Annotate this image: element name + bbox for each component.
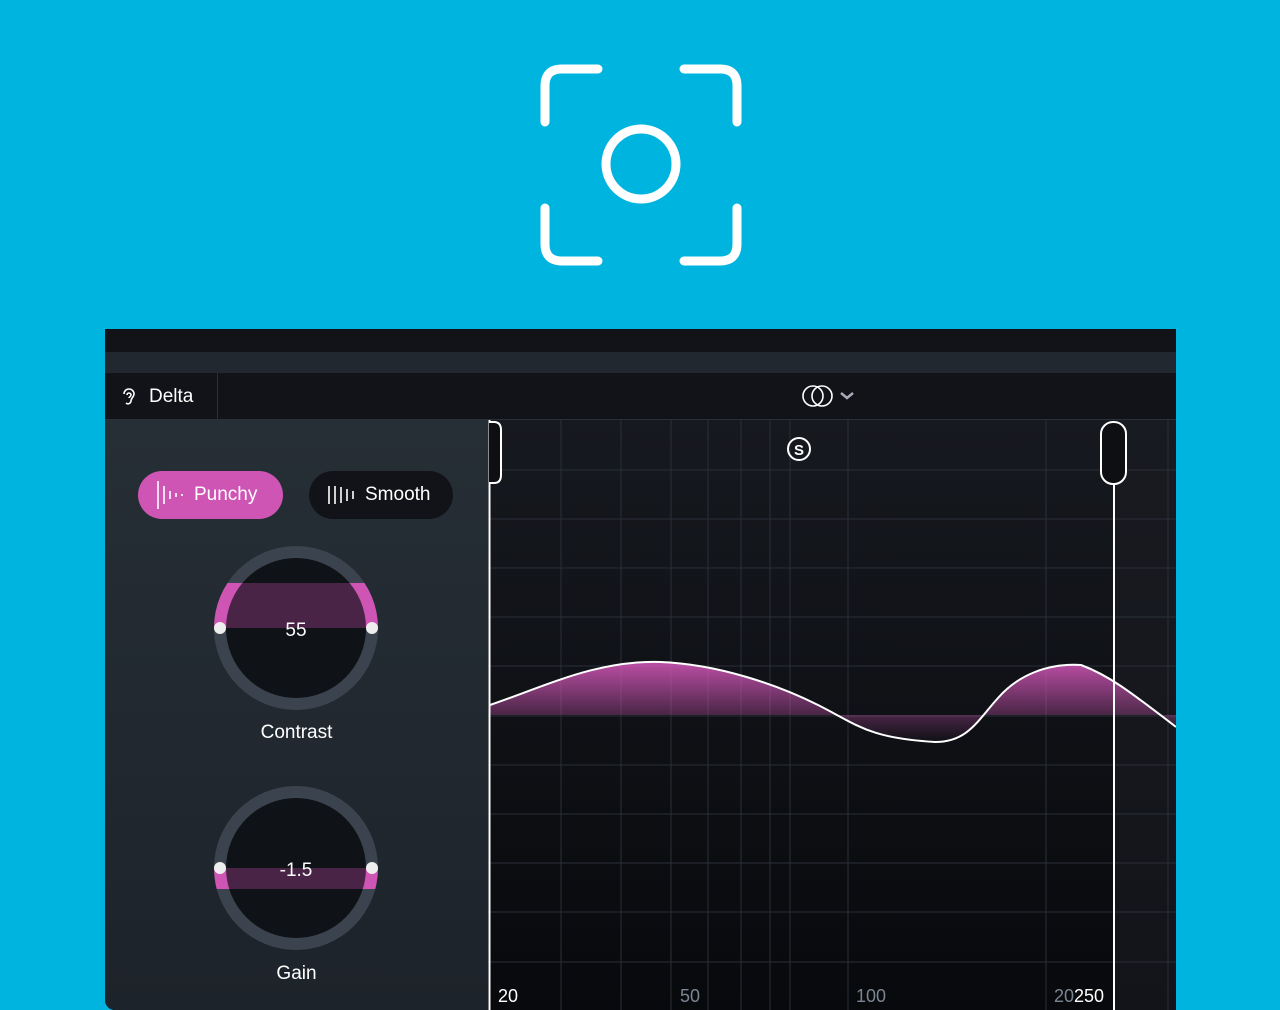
ear-icon: [123, 387, 135, 405]
screenshot-camera-icon: [540, 64, 742, 266]
mode-label: Punchy: [194, 484, 258, 505]
frequency-graph[interactable]: S: [488, 420, 1176, 1010]
header: Delta: [105, 373, 1176, 420]
contrast-label: Contrast: [260, 722, 333, 743]
toolbar: [105, 352, 1176, 373]
freq-label-200: 20: [1054, 986, 1075, 1006]
mode-punchy-button[interactable]: Punchy: [138, 471, 283, 519]
svg-text:S: S: [794, 442, 804, 459]
controls-panel: Punchy Smooth 55 Contrast -1.5 Gain: [105, 420, 488, 1010]
chevron-down-icon: [840, 392, 854, 400]
low-band-handle[interactable]: [489, 421, 502, 484]
freq-label-100: 100: [856, 986, 887, 1006]
stereo-link-dropdown[interactable]: [801, 383, 855, 409]
freq-label-20: 20: [498, 986, 519, 1006]
freq-label-250: 250: [1074, 986, 1105, 1006]
linked-circles-icon: [802, 385, 833, 407]
smooth-wave-icon: [328, 486, 354, 504]
freq-label-50: 50: [680, 986, 701, 1006]
contrast-knob[interactable]: 55: [213, 545, 379, 711]
gain-value: -1.5: [280, 860, 313, 881]
gain-knob[interactable]: -1.5: [213, 785, 379, 951]
title-bar: [105, 329, 1176, 352]
gain-label: Gain: [276, 963, 317, 984]
mode-smooth-button[interactable]: Smooth: [309, 471, 453, 519]
high-band-handle[interactable]: [1100, 421, 1127, 485]
contrast-value: 55: [285, 620, 306, 641]
punchy-wave-icon: [157, 481, 183, 509]
plugin-window: Delta Punchy Smooth 55 Contrast -1.5 Gai…: [105, 329, 1176, 1010]
delta-label: Delta: [149, 385, 194, 407]
delta-button[interactable]: Delta: [105, 373, 218, 420]
mode-label: Smooth: [365, 484, 431, 505]
